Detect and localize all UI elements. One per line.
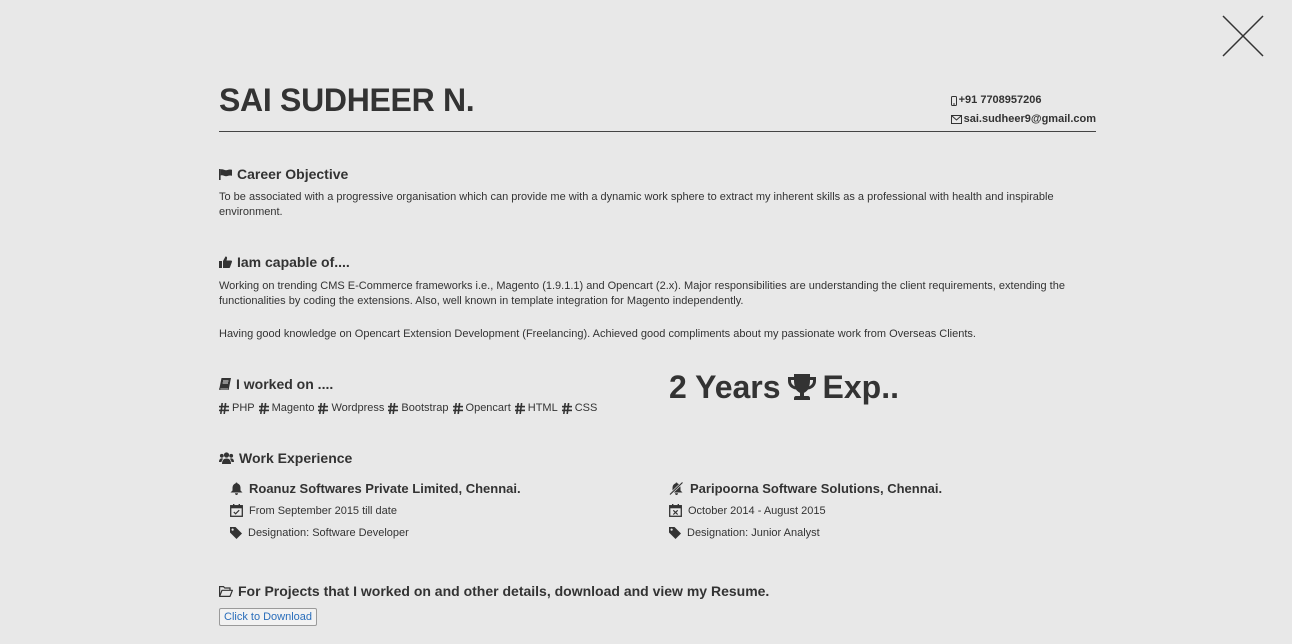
- job-2-designation-text: Designation: Junior Analyst: [687, 527, 820, 539]
- skill-tag: PHP: [219, 402, 255, 414]
- close-icon[interactable]: [1221, 14, 1265, 58]
- thumbs-up-icon: [219, 256, 232, 268]
- book-icon: [219, 378, 231, 390]
- skill-tag: CSS: [561, 402, 598, 414]
- users-icon: [219, 452, 234, 464]
- bell-slash-icon: [669, 482, 684, 495]
- hashtag-icon: [388, 402, 399, 414]
- skill-label: Bootstrap: [401, 402, 449, 414]
- capabilities-title: Iam capable of....: [237, 254, 350, 270]
- skill-tag: Bootstrap: [388, 402, 449, 414]
- tag-icon: [230, 527, 242, 539]
- resume-title: For Projects that I worked on and other …: [238, 583, 770, 599]
- career-objective-title: Career Objective: [237, 166, 349, 182]
- contact-phone: +91 7708957206: [950, 91, 1096, 110]
- skill-label: Wordpress: [331, 402, 385, 414]
- close-button[interactable]: [1221, 14, 1265, 58]
- job-2-period: October 2014 - August 2015: [669, 504, 826, 517]
- job-1-company-name: Roanuz Softwares Private Limited, Chenna…: [249, 481, 521, 496]
- experience-years: 2 Years: [669, 369, 781, 405]
- contact-info: +91 7708957206 sai.sudheer9@gmail.com: [950, 91, 1096, 129]
- career-objective-text: To be associated with a progressive orga…: [219, 191, 1054, 218]
- job-2-designation: Designation: Junior Analyst: [669, 527, 820, 539]
- job-1-designation-text: Designation: Software Developer: [248, 527, 409, 539]
- mobile-phone-icon: [950, 95, 957, 106]
- hashtag-icon: [452, 402, 463, 414]
- skill-label: HTML: [527, 402, 558, 414]
- skill-label: PHP: [232, 402, 255, 414]
- envelope-icon: [950, 115, 962, 124]
- skills-list: PHP Magento Wordpress Bootstrap Opencart HTML…: [219, 402, 597, 414]
- skill-label: CSS: [574, 402, 598, 414]
- skill-label: Opencart: [465, 402, 511, 414]
- trophy-icon: [787, 373, 816, 400]
- contact-email[interactable]: sai.sudheer9@gmail.com: [950, 110, 1096, 129]
- profile-name: SAI SUDHEER N.: [219, 82, 475, 118]
- job-1-period-text: From September 2015 till date: [249, 504, 397, 517]
- job-1-company: Roanuz Softwares Private Limited, Chenna…: [230, 481, 521, 496]
- profile-header: SAI SUDHEER N. +91 7708957206 sai.sudhee…: [219, 82, 1096, 132]
- job-2-period-text: October 2014 - August 2015: [688, 504, 826, 517]
- skill-label: Magento: [271, 402, 315, 414]
- hashtag-icon: [561, 402, 572, 414]
- phone-number: +91 7708957206: [958, 94, 1042, 106]
- skill-tag: Opencart: [452, 402, 511, 414]
- career-objective-heading: Career Objective: [219, 166, 348, 182]
- skill-tag: Wordpress: [318, 402, 384, 414]
- capabilities-heading: Iam capable of....: [219, 254, 350, 270]
- capabilities-text-2: Having good knowledge on Opencart Extens…: [219, 328, 976, 340]
- tag-icon: [669, 527, 681, 539]
- job-1-period: From September 2015 till date: [230, 504, 397, 517]
- skill-tag: Magento: [258, 402, 315, 414]
- experience-label: Exp..: [822, 369, 899, 405]
- skill-tag: HTML: [514, 402, 558, 414]
- folder-open-icon: [219, 585, 233, 597]
- worked-on-heading: I worked on ....: [219, 376, 333, 392]
- work-experience-title: Work Experience: [239, 450, 353, 466]
- calendar-check-icon: [230, 504, 243, 517]
- hashtag-icon: [219, 402, 229, 414]
- work-experience-heading: Work Experience: [219, 450, 352, 466]
- email-link[interactable]: sai.sudheer9@gmail.com: [964, 110, 1096, 129]
- hashtag-icon: [318, 402, 329, 414]
- job-2-company: Paripoorna Software Solutions, Chennai.: [669, 481, 942, 496]
- hashtag-icon: [514, 402, 525, 414]
- resume-heading: For Projects that I worked on and other …: [219, 583, 769, 599]
- flag-icon: [219, 168, 232, 180]
- calendar-times-icon: [669, 504, 682, 517]
- hashtag-icon: [258, 402, 269, 414]
- job-1-designation: Designation: Software Developer: [230, 527, 409, 539]
- capabilities-text-1: Working on trending CMS E-Commerce frame…: [219, 280, 1065, 307]
- job-2-company-name: Paripoorna Software Solutions, Chennai.: [690, 481, 943, 496]
- worked-on-title: I worked on ....: [236, 376, 334, 392]
- experience-badge: 2 Years Exp..: [669, 369, 899, 406]
- download-resume-button[interactable]: Click to Download: [219, 608, 318, 626]
- bell-icon: [230, 482, 243, 495]
